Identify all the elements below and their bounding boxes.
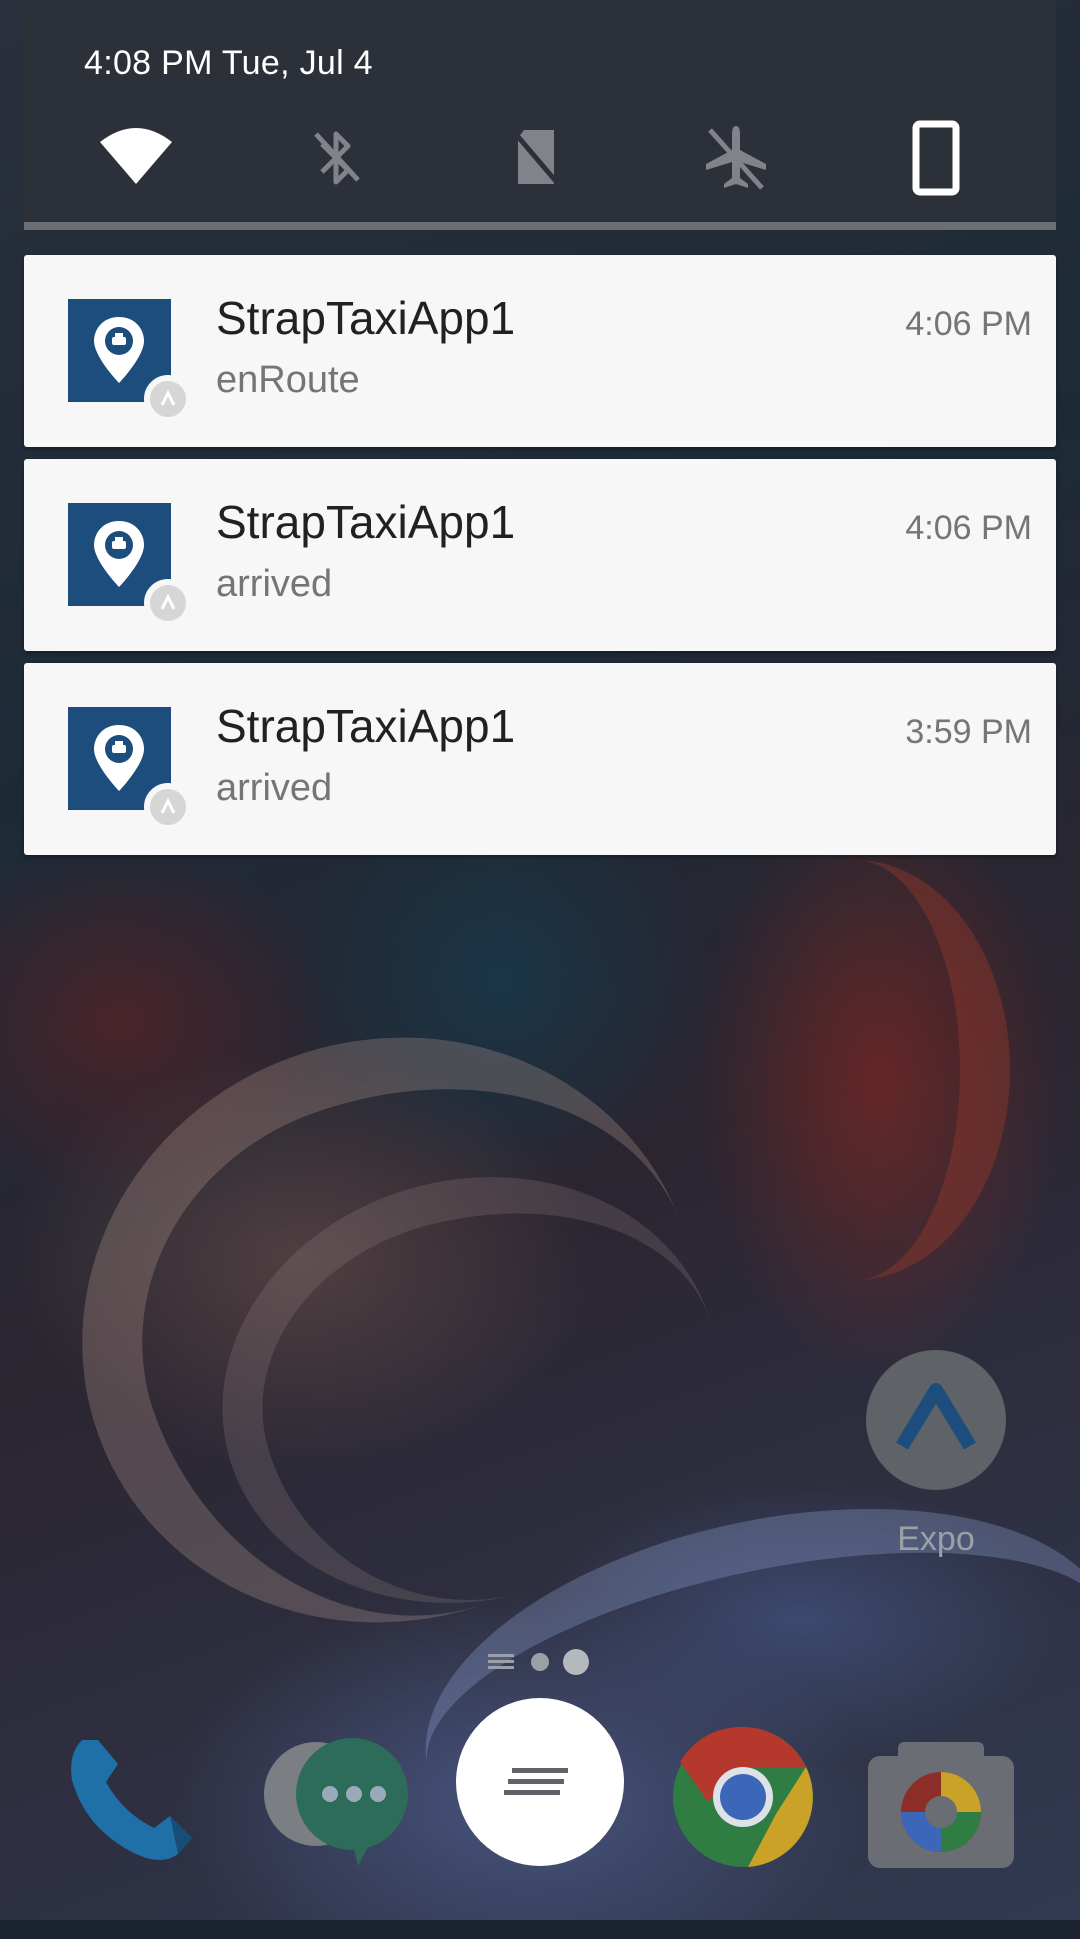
messages-icon[interactable]	[262, 1720, 412, 1870]
expo-badge-icon	[144, 783, 192, 831]
notification-title: StrapTaxiApp1	[216, 292, 516, 344]
notification-card[interactable]: StrapTaxiApp1 arrived 4:06 PM	[24, 459, 1056, 651]
auto-rotate-icon[interactable]	[896, 118, 976, 198]
wifi-icon[interactable]	[96, 118, 176, 198]
notification-card[interactable]: StrapTaxiApp1 arrived 3:59 PM	[24, 663, 1056, 855]
notification-title: StrapTaxiApp1	[216, 496, 516, 548]
notification-card[interactable]: StrapTaxiApp1 enRoute 4:06 PM	[24, 255, 1056, 447]
chrome-icon[interactable]	[668, 1722, 818, 1872]
mobile-data-off-icon[interactable]	[496, 118, 576, 198]
notification-text: arrived	[216, 563, 333, 605]
notification-time: 3:59 PM	[905, 713, 1032, 751]
bluetooth-off-icon[interactable]	[296, 118, 376, 198]
notification-title: StrapTaxiApp1	[216, 700, 516, 752]
status-datetime: 4:08 PM Tue, Jul 4	[84, 44, 373, 82]
page-indicator	[488, 1648, 598, 1676]
expo-app-label: Expo	[897, 1520, 975, 1558]
notification-text: arrived	[216, 767, 333, 809]
expo-app-icon[interactable]	[866, 1350, 1006, 1490]
airplane-mode-icon[interactable]	[696, 118, 776, 198]
notification-text: enRoute	[216, 359, 360, 401]
phone-icon[interactable]	[62, 1720, 212, 1870]
app-drawer-button[interactable]	[456, 1698, 624, 1866]
quick-settings-tiles	[24, 118, 1056, 198]
notification-time: 4:06 PM	[905, 509, 1032, 547]
expo-badge-icon	[144, 579, 192, 627]
expo-badge-icon	[144, 375, 192, 423]
camera-icon[interactable]	[866, 1730, 1016, 1880]
notification-time: 4:06 PM	[905, 305, 1032, 343]
quick-settings-panel: 4:08 PM Tue, Jul 4	[24, 0, 1056, 230]
